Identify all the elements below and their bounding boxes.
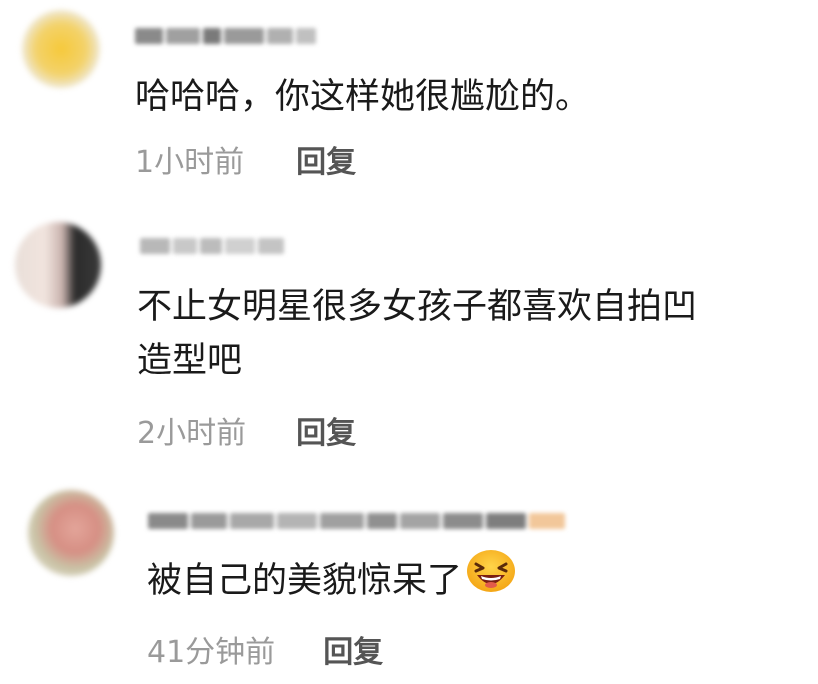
- avatar[interactable]: [28, 490, 114, 576]
- comment-text-line: 不止女明星很多女孩子都喜欢自拍凹: [137, 287, 698, 327]
- comment-text-line: 造型吧: [137, 341, 243, 381]
- avatar[interactable]: [22, 10, 100, 88]
- comment-item: 哈哈哈，你这样她很尴尬的。 1小时前 回复: [0, 0, 818, 200]
- comment-meta: 41分钟前 回复: [147, 633, 383, 673]
- comment-timestamp: 41分钟前: [147, 635, 276, 670]
- comment-timestamp: 2小时前: [137, 416, 247, 451]
- username-blurred[interactable]: [140, 235, 284, 257]
- avatar[interactable]: [15, 222, 101, 308]
- comment-text: 哈哈哈，你这样她很尴尬的。: [135, 77, 591, 117]
- comment-text: 被自己的美貌惊呆了: [147, 550, 516, 609]
- comment-item: 不止女明星很多女孩子都喜欢自拍凹 造型吧 2小时前 回复: [0, 200, 818, 470]
- reply-button[interactable]: 回复: [323, 633, 383, 673]
- reply-button[interactable]: 回复: [296, 414, 356, 454]
- comment-meta: 2小时前 回复: [137, 414, 356, 454]
- laughing-face-icon: [466, 549, 516, 609]
- comment-meta: 1小时前 回复: [135, 143, 356, 183]
- username-blurred[interactable]: [135, 25, 316, 47]
- username-blurred[interactable]: [148, 510, 565, 532]
- reply-button[interactable]: 回复: [296, 143, 356, 183]
- comment-text-content: 被自己的美貌惊呆了: [147, 561, 463, 601]
- comment-timestamp: 1小时前: [135, 145, 245, 180]
- comment-item: 被自己的美貌惊呆了 41分钟前 回复: [0, 470, 818, 684]
